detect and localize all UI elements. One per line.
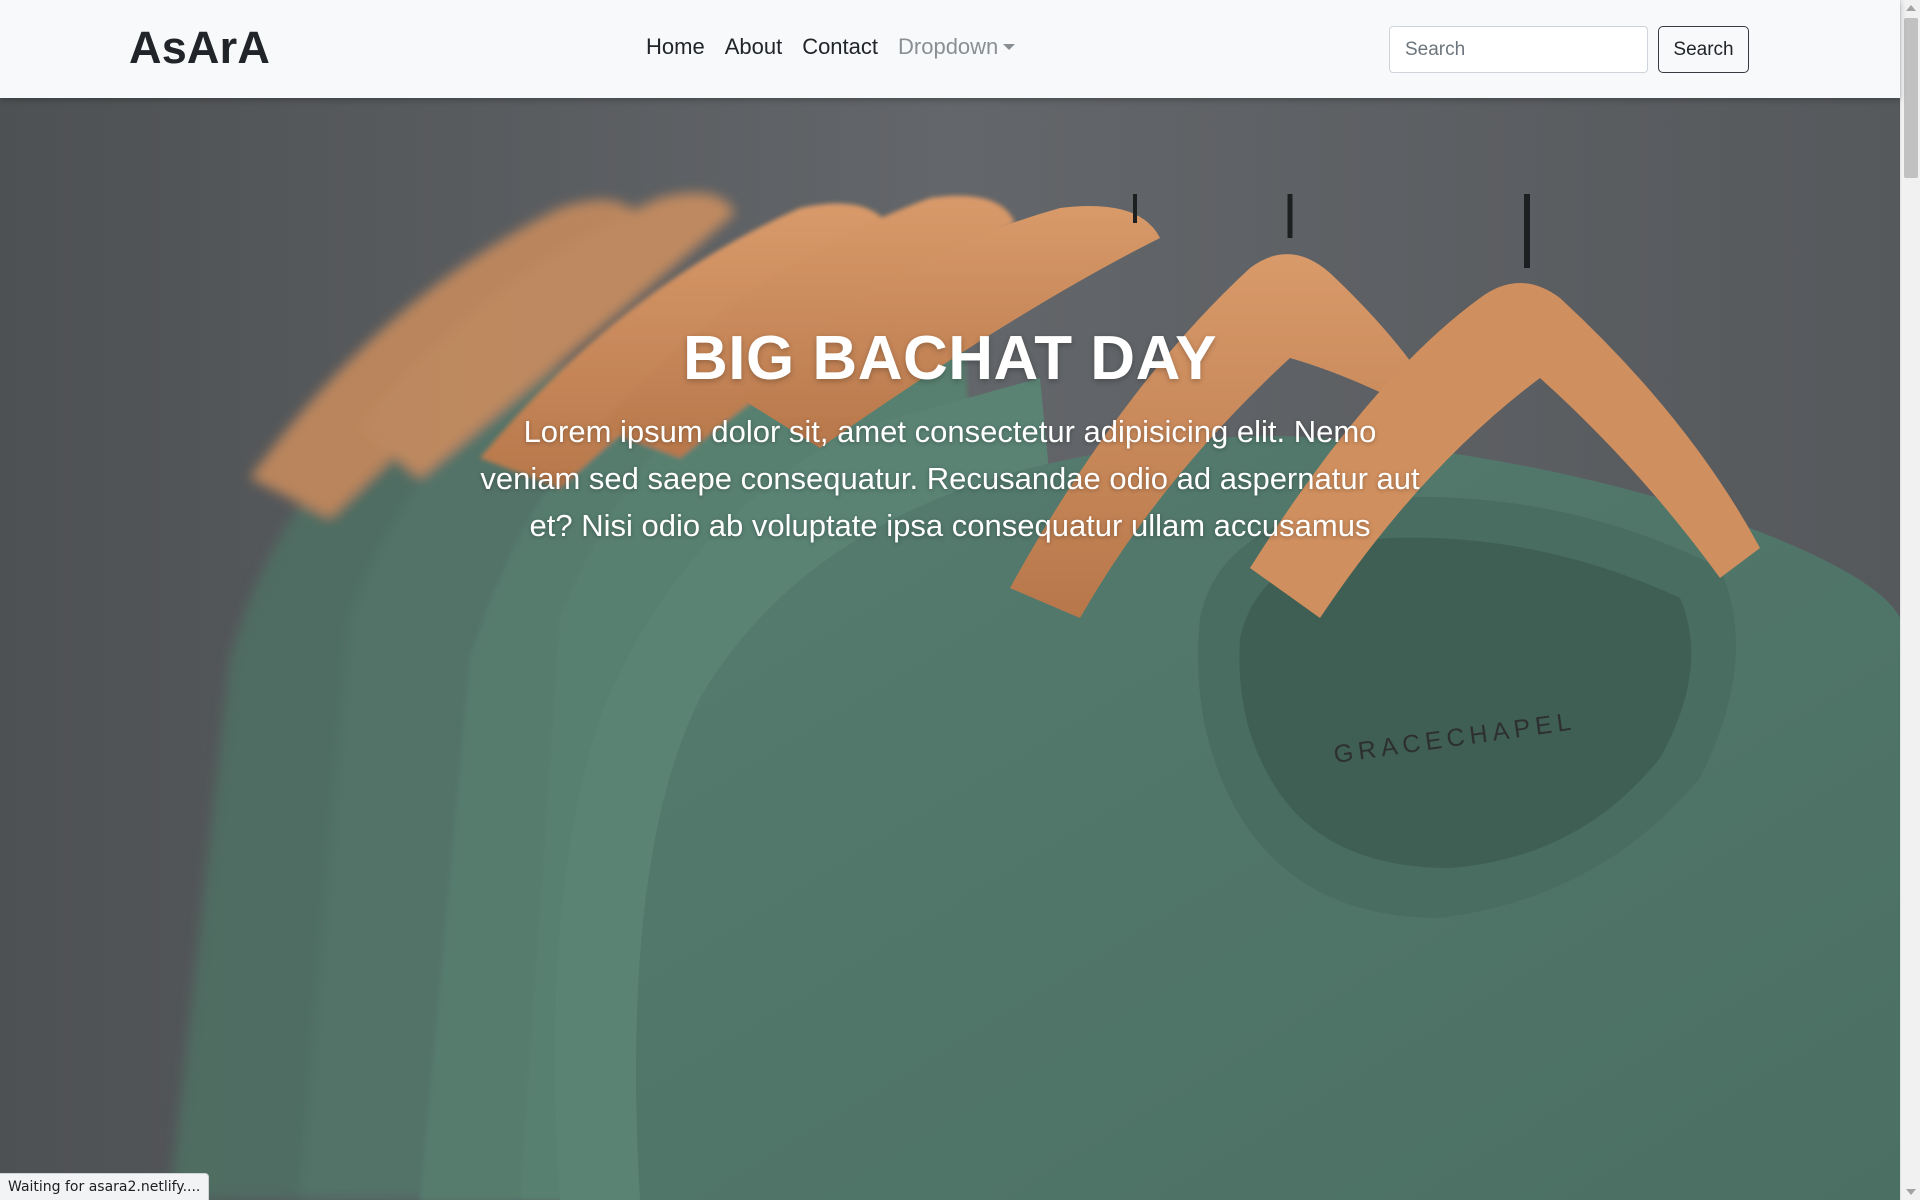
nav-links: Home About Contact Dropdown [636,34,1025,60]
hero-background-image: GRACECHAPEL [0,98,1900,1200]
navbar: AsArA Home About Contact Dropdown Search [0,0,1900,98]
hero-title: BIG BACHAT DAY [682,324,1218,393]
nav-link-about[interactable]: About [715,34,793,60]
hero-description: Lorem ipsum dolor sit, amet consectetur … [480,414,1420,543]
scroll-down-arrow-icon[interactable] [1906,1189,1916,1195]
hero-content: BIG BACHAT DAY Lorem ipsum dolor sit, am… [470,323,1430,549]
scrollbar-thumb[interactable] [1904,18,1918,178]
page-scrollbar[interactable] [1900,0,1920,1200]
nav-link-contact[interactable]: Contact [792,34,888,60]
brand-logo[interactable]: AsArA [129,22,270,74]
search-input[interactable] [1389,26,1648,73]
caret-down-icon [1003,44,1016,50]
scroll-up-arrow-icon[interactable] [1906,5,1916,11]
hero-section: GRACECHAPEL BIG BACHAT DAY Lorem ipsum d… [0,98,1900,1200]
nav-dropdown-label: Dropdown [898,34,999,59]
search-button[interactable]: Search [1658,26,1749,73]
nav-dropdown-toggle[interactable]: Dropdown [888,34,1025,60]
nav-link-home[interactable]: Home [636,34,715,60]
browser-status-bar: Waiting for asara2.netlify.... [0,1173,210,1200]
